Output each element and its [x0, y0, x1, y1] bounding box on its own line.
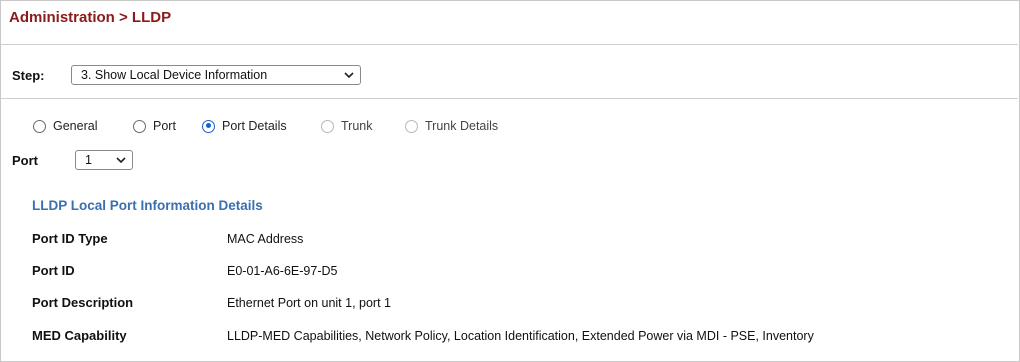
radio-label: Port: [153, 119, 176, 133]
port-select-value: 1: [85, 153, 92, 167]
step-select-value: 3. Show Local Device Information: [81, 68, 268, 82]
radio-label: Port Details: [222, 119, 287, 133]
page-title: Administration > LLDP: [9, 9, 172, 26]
page-frame: [0, 0, 1020, 362]
port-label: Port: [12, 153, 38, 168]
radio-port[interactable]: Port: [133, 119, 176, 133]
chevron-down-icon: [110, 157, 132, 163]
radio-label: General: [53, 119, 98, 133]
radio-circle[interactable]: [133, 119, 146, 133]
radio-label: Trunk Details: [425, 119, 499, 133]
radio-label: Trunk: [341, 119, 373, 133]
step-select[interactable]: 3. Show Local Device Information: [71, 65, 361, 85]
detail-value: Ethernet Port on unit 1, port 1: [227, 296, 391, 310]
detail-label: Port ID Type: [32, 231, 108, 246]
radio-port-details[interactable]: Port Details: [202, 119, 287, 133]
radio-trunk[interactable]: Trunk: [321, 119, 373, 133]
divider: [0, 98, 1018, 99]
detail-label: MED Capability: [32, 328, 127, 343]
divider: [0, 44, 1018, 45]
detail-value: LLDP-MED Capabilities, Network Policy, L…: [227, 329, 814, 343]
radio-circle[interactable]: [405, 119, 418, 133]
section-title: LLDP Local Port Information Details: [32, 198, 263, 213]
detail-label: Port Description: [32, 295, 134, 310]
detail-label: Port ID: [32, 263, 75, 278]
radio-circle[interactable]: [321, 119, 334, 133]
step-label: Step:: [12, 68, 45, 83]
radio-general[interactable]: General: [33, 119, 97, 133]
chevron-down-icon: [338, 72, 360, 78]
radio-trunk-details[interactable]: Trunk Details: [405, 119, 498, 133]
radio-circle[interactable]: [202, 119, 215, 133]
port-select[interactable]: 1: [75, 150, 133, 170]
detail-value: MAC Address: [227, 232, 304, 246]
radio-circle[interactable]: [33, 119, 46, 133]
detail-value: E0-01-A6-6E-97-D5: [227, 264, 338, 278]
